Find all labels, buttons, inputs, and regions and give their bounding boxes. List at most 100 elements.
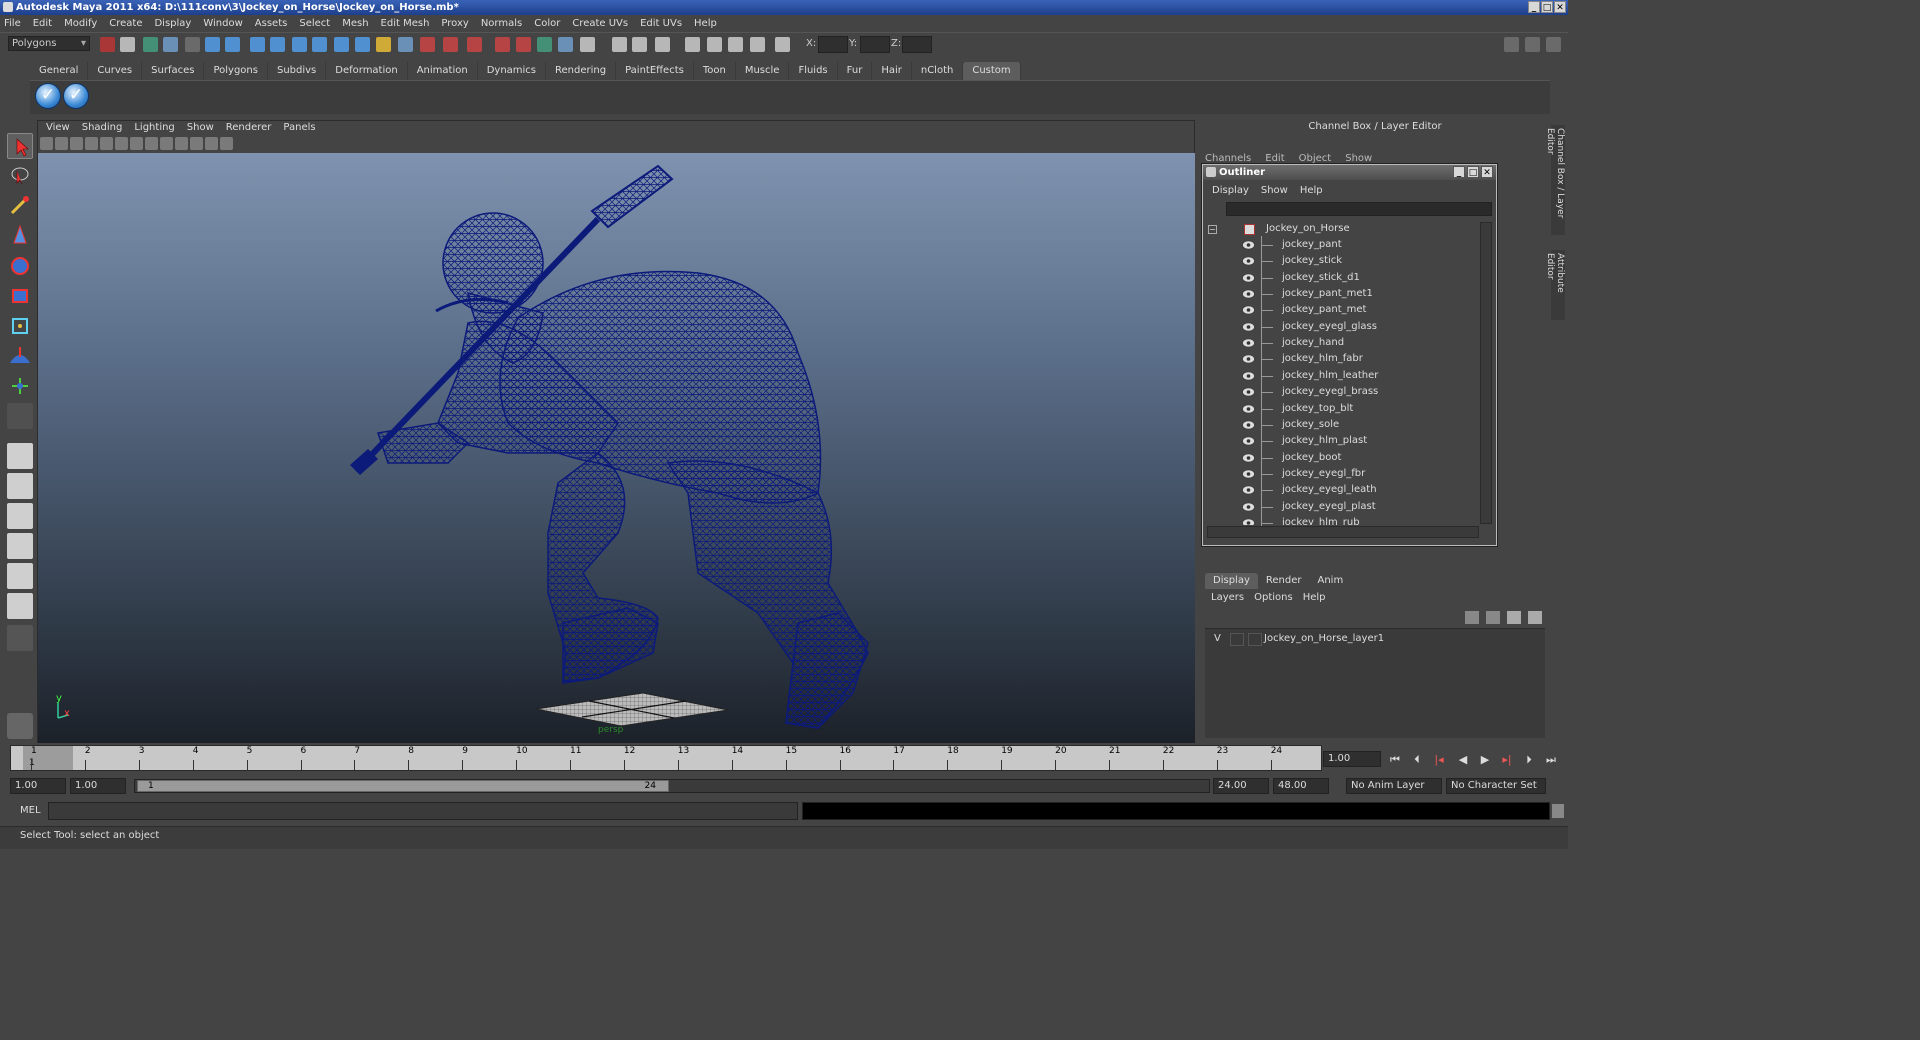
status-line-tool-icon[interactable] <box>612 37 627 52</box>
move-layer-up-icon[interactable] <box>1465 611 1479 624</box>
perspective-viewport[interactable]: y x persp <box>38 153 1195 743</box>
menu-select[interactable]: Select <box>299 18 330 29</box>
custom-shelf-check-button-2[interactable] <box>63 83 89 109</box>
collapse-toggle-icon[interactable]: − <box>1208 225 1217 234</box>
status-line-tool-icon[interactable] <box>292 37 307 52</box>
outliner-item[interactable]: jockey_stick <box>1206 253 1478 269</box>
side-tab-channel-box[interactable]: Channel Box / Layer Editor <box>1545 125 1565 235</box>
menu-window[interactable]: Window <box>203 18 242 29</box>
show-manipulator-tool-icon[interactable] <box>7 373 33 399</box>
status-line-tool-icon[interactable] <box>775 37 790 52</box>
menu-set-selector[interactable]: Polygons <box>8 36 90 51</box>
toggle-tool-settings-icon[interactable] <box>1525 37 1540 52</box>
side-tab-attribute-editor[interactable]: Attribute Editor <box>1545 250 1565 320</box>
menu-edit-mesh[interactable]: Edit Mesh <box>381 18 430 29</box>
minimize-icon[interactable]: _ <box>1528 1 1540 13</box>
command-input[interactable] <box>48 802 798 820</box>
status-line-tool-icon[interactable] <box>580 37 595 52</box>
wireframe-icon[interactable] <box>130 137 143 150</box>
menu-create[interactable]: Create <box>109 18 142 29</box>
status-line-tool-icon[interactable] <box>225 37 240 52</box>
layer-name[interactable]: Jockey_on_Horse_layer1 <box>1264 633 1384 644</box>
graph-layout-icon[interactable] <box>7 593 33 619</box>
play-forwards-icon[interactable]: ▶ <box>1478 753 1492 767</box>
shelf-tab-toon[interactable]: Toon <box>694 62 736 80</box>
status-line-tool-icon[interactable] <box>376 37 391 52</box>
new-layer-from-selected-icon[interactable] <box>1528 611 1542 624</box>
menu-file[interactable]: File <box>4 18 21 29</box>
menu-display[interactable]: Display <box>154 18 191 29</box>
soft-modification-tool-icon[interactable] <box>7 343 33 369</box>
shelf-tab-animation[interactable]: Animation <box>408 62 478 80</box>
rotate-tool-icon[interactable] <box>7 253 33 279</box>
step-back-key-icon[interactable]: ⏴ <box>1410 753 1424 767</box>
status-line-tool-icon[interactable] <box>655 37 670 52</box>
camera-attributes-icon[interactable] <box>55 137 68 150</box>
go-to-start-icon[interactable]: ⏮ <box>1388 753 1402 767</box>
status-line-tool-icon[interactable] <box>467 37 482 52</box>
menu-mesh[interactable]: Mesh <box>342 18 368 29</box>
status-line-tool-icon[interactable] <box>398 37 413 52</box>
outliner-item[interactable]: jockey_eyegl_brass <box>1206 384 1478 400</box>
outliner-maximize-icon[interactable]: □ <box>1467 166 1479 178</box>
outliner-item[interactable]: jockey_boot <box>1206 450 1478 466</box>
outliner-item[interactable]: jockey_pant_met1 <box>1206 286 1478 302</box>
lasso-tool-icon[interactable] <box>7 163 33 189</box>
shelf-tab-subdivs[interactable]: Subdivs <box>268 62 327 80</box>
menu-proxy[interactable]: Proxy <box>441 18 468 29</box>
play-backwards-icon[interactable]: ◀ <box>1456 753 1470 767</box>
custom-shelf-check-button-1[interactable] <box>35 83 61 109</box>
shelf-tab-fluids[interactable]: Fluids <box>789 62 838 80</box>
viewport-menu-renderer[interactable]: Renderer <box>226 121 272 135</box>
textured-icon[interactable] <box>175 137 188 150</box>
layer-menu-options[interactable]: Options <box>1254 592 1293 603</box>
outliner-item[interactable]: jockey_hlm_leather <box>1206 368 1478 384</box>
status-line-tool-icon[interactable] <box>443 37 458 52</box>
channel-box-menu-channels[interactable]: Channels <box>1205 153 1251 164</box>
hud-icon[interactable] <box>220 137 233 150</box>
channel-box-menu-object[interactable]: Object <box>1299 153 1332 164</box>
command-language-label[interactable]: MEL <box>20 805 41 816</box>
outliner-item[interactable]: jockey_pant <box>1206 237 1478 253</box>
z-coord-field[interactable] <box>902 36 932 53</box>
layer-visibility-toggle[interactable]: V <box>1214 633 1221 644</box>
y-coord-field[interactable] <box>860 36 890 53</box>
playback-end-field[interactable]: 24.00 <box>1213 778 1269 794</box>
shelf-tab-dynamics[interactable]: Dynamics <box>478 62 547 80</box>
last-used-tool-icon[interactable] <box>7 403 33 429</box>
shelf-tab-painteffects[interactable]: PaintEffects <box>616 62 694 80</box>
shelf-tab-surfaces[interactable]: Surfaces <box>142 62 205 80</box>
outliner-item[interactable]: jockey_pant_met <box>1206 302 1478 318</box>
default-lighting-icon[interactable] <box>160 137 173 150</box>
layer-color-swatch[interactable] <box>1248 633 1262 646</box>
layer-menu-help[interactable]: Help <box>1303 592 1326 603</box>
paint-select-tool-icon[interactable] <box>7 193 33 219</box>
step-forward-frame-icon[interactable]: ▸| <box>1500 753 1514 767</box>
status-line-tool-icon[interactable] <box>334 37 349 52</box>
grid-toggle-icon[interactable] <box>115 137 128 150</box>
new-layer-icon[interactable] <box>1507 611 1521 624</box>
status-line-tool-icon[interactable] <box>728 37 743 52</box>
status-line-tool-icon[interactable] <box>250 37 265 52</box>
status-line-tool-icon[interactable] <box>312 37 327 52</box>
quick-layout-icon[interactable] <box>7 713 33 739</box>
select-tool-icon[interactable] <box>7 133 33 159</box>
menu-normals[interactable]: Normals <box>481 18 522 29</box>
outliner-item[interactable]: jockey_eyegl_fbr <box>1206 466 1478 482</box>
shelf-tab-general[interactable]: General <box>30 62 89 80</box>
layer-playback-toggle[interactable] <box>1230 633 1244 646</box>
move-tool-icon[interactable] <box>7 223 33 249</box>
menu-assets[interactable]: Assets <box>255 18 288 29</box>
persp-graph-layout-icon[interactable] <box>7 533 33 559</box>
anim-layer-dropdown[interactable]: No Anim Layer <box>1346 778 1442 794</box>
go-to-end-icon[interactable]: ⏭ <box>1544 753 1558 767</box>
menu-create-uvs[interactable]: Create UVs <box>572 18 628 29</box>
four-view-layout-icon[interactable] <box>7 473 33 499</box>
bookmarks-icon[interactable] <box>70 137 83 150</box>
outliner-item[interactable]: jockey_stick_d1 <box>1206 270 1478 286</box>
status-line-tool-icon[interactable] <box>100 37 115 52</box>
status-line-tool-icon[interactable] <box>685 37 700 52</box>
close-icon[interactable]: ✕ <box>1554 1 1566 13</box>
film-gate-icon[interactable] <box>100 137 113 150</box>
xray-icon[interactable] <box>205 137 218 150</box>
